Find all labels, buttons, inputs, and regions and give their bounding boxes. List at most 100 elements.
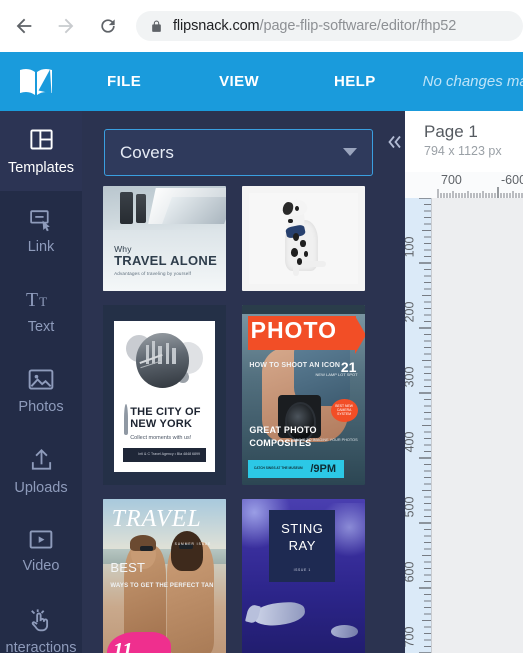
horizontal-ruler[interactable]: 700 -600 <box>405 172 523 199</box>
sidebar-item-templates[interactable]: Templates <box>0 111 82 191</box>
template-footer: Intl & C Travel Agency • Bla 4848 6899 <box>138 451 201 456</box>
url-text: flipsnack.com/page-flip-software/editor/… <box>173 18 456 34</box>
template-masthead-sub: SUMMER ISSUE <box>174 542 212 547</box>
category-dropdown[interactable]: Covers <box>104 129 373 176</box>
template-side-note: WAYS TO IMAGINE YOUR PHOTOS <box>294 438 358 443</box>
sidebar-item-label: Link <box>27 239 55 255</box>
thumb-art <box>161 196 226 224</box>
page-dimensions: 794 x 1123 px <box>424 144 502 158</box>
thumb-art <box>249 193 358 284</box>
ruler-h-label: 700 <box>441 173 462 187</box>
template-subtitle: Advantages of traveling by yourself <box>114 271 192 277</box>
link-cursor-icon <box>28 207 55 232</box>
ruler-h-ticks <box>437 187 523 198</box>
thumb-art: THE CITY OF NEW YORK Collect moments wit… <box>114 321 215 473</box>
template-headline-sub: WAYS TO GET THE PERFECT TAN <box>110 582 214 589</box>
sidebar-item-label: Photos <box>18 399 64 415</box>
reload-button[interactable] <box>90 8 126 44</box>
sidebar-item-label: Text <box>27 319 55 335</box>
template-title: TRAVEL ALONE <box>114 253 218 269</box>
template-title-line2: RAY <box>288 537 316 553</box>
template-grid: Why TRAVEL ALONE Advantages of traveling… <box>103 186 403 653</box>
reload-icon <box>98 16 118 36</box>
upload-arrow-icon <box>28 447 55 473</box>
vertical-ruler[interactable]: 100 200 300 400 500 600 700 <box>405 198 432 653</box>
menu-view[interactable]: VIEW <box>219 73 259 90</box>
ruler-v-label: 700 <box>405 626 417 648</box>
tool-rail: Templates Link T T Text Photos Uploads V… <box>0 111 82 653</box>
lock-icon <box>150 19 163 34</box>
ruler-v-label: 400 <box>405 431 417 453</box>
flipsnack-book-logo-icon[interactable] <box>17 65 57 99</box>
hand-tap-icon <box>27 607 56 633</box>
sidebar-item-uploads[interactable]: Uploads <box>0 431 82 511</box>
arrow-left-icon <box>13 15 35 37</box>
ruler-h-label: -600 <box>501 173 523 187</box>
forward-button[interactable] <box>48 8 84 44</box>
template-number: 11 <box>112 637 133 653</box>
template-card[interactable]: STING RAY ISSUE 1 THE WORLD'S GREATEST H… <box>242 499 365 653</box>
template-card[interactable]: THE CITY OF NEW YORK Collect moments wit… <box>103 305 226 485</box>
collapse-panel-button[interactable] <box>382 131 405 157</box>
sidebar-item-video[interactable]: Video <box>0 511 82 591</box>
template-title: THE CITY OF NEW YORK <box>130 405 201 431</box>
ruler-v-label: 300 <box>405 366 417 388</box>
sidebar-item-label: Video <box>22 558 60 574</box>
sidebar-item-label: Templates <box>7 160 75 176</box>
sidebar-item-label: nteractions <box>5 639 77 653</box>
templates-panel: Covers Why TRAVEL ALONE Advantages of tr… <box>82 111 405 653</box>
flipsnack-editor-window: flipsnack.com/page-flip-software/editor/… <box>0 0 523 653</box>
template-issue: ISSUE 1 <box>293 567 311 572</box>
save-status-text: No changes mad <box>422 73 523 90</box>
editor-canvas-area: Page 1 794 x 1123 px 700 -600 <box>405 111 523 653</box>
sidebar-item-interactions[interactable]: nteractions <box>0 591 82 653</box>
template-card[interactable] <box>242 186 365 291</box>
ruler-v-label: 200 <box>405 301 417 323</box>
url-path: /page-flip-software/editor/fhp52 <box>259 18 457 34</box>
page-header: Page 1 794 x 1123 px <box>405 111 523 172</box>
sidebar-item-label: Uploads <box>14 479 68 496</box>
template-badge: BEST NEW CAMERA SYSTEM <box>335 403 353 417</box>
template-masthead: TRAVEL <box>111 506 202 533</box>
back-button[interactable] <box>6 8 42 44</box>
page-canvas[interactable] <box>432 198 523 653</box>
browser-toolbar: flipsnack.com/page-flip-software/editor/… <box>0 0 523 52</box>
category-dropdown-value: Covers <box>120 142 174 162</box>
thumb-art <box>136 194 147 223</box>
template-headline: HOW TO SHOOT AN ICON <box>249 361 341 369</box>
ruler-v-label: 600 <box>405 561 417 583</box>
ruler-v-ticks <box>419 198 431 653</box>
address-bar[interactable]: flipsnack.com/page-flip-software/editor/… <box>136 11 523 41</box>
video-play-icon <box>27 528 55 551</box>
ruler-v-label: 100 <box>405 236 417 258</box>
template-footer-small: CATCH SINGS AT THE MUSEUM <box>253 465 303 470</box>
page-title: Page 1 <box>424 122 478 141</box>
layout-grid-icon <box>28 126 55 153</box>
sidebar-item-link[interactable]: Link <box>0 191 82 271</box>
template-headline: BEST <box>110 560 146 576</box>
template-card[interactable]: PHOTO HOW TO SHOOT AN ICON 21 NEW LAMP L… <box>242 305 365 485</box>
template-masthead: PHOTO <box>250 317 337 344</box>
template-title-line1: STING <box>281 521 324 537</box>
chevron-down-icon <box>342 144 358 162</box>
sidebar-item-photos[interactable]: Photos <box>0 351 82 431</box>
ruler-v-label: 500 <box>405 496 417 518</box>
double-chevron-left-icon <box>385 133 405 156</box>
menu-file[interactable]: FILE <box>107 73 141 90</box>
svg-text:T: T <box>39 294 47 309</box>
url-domain: flipsnack.com <box>173 18 260 34</box>
template-number-sub: NEW LAMP LOT SPOT <box>315 371 358 377</box>
text-tt-icon: T T <box>26 287 56 312</box>
template-subtitle: Collect moments with us! <box>130 435 192 442</box>
sidebar-item-text[interactable]: T T Text <box>0 271 82 351</box>
arrow-right-icon <box>55 15 77 37</box>
template-card[interactable]: Why TRAVEL ALONE Advantages of traveling… <box>103 186 226 291</box>
app-top-bar: FILE VIEW HELP No changes mad <box>0 52 523 111</box>
image-icon <box>27 367 55 392</box>
template-footer-big: /9PM <box>310 462 337 475</box>
menu-help[interactable]: HELP <box>334 73 376 90</box>
thumb-art <box>120 192 133 224</box>
template-card[interactable]: TRAVEL SUMMER ISSUE BEST WAYS TO GET THE… <box>103 499 226 653</box>
svg-text:T: T <box>26 289 38 311</box>
template-caption: Why TRAVEL ALONE Advantages of traveling… <box>114 244 220 276</box>
